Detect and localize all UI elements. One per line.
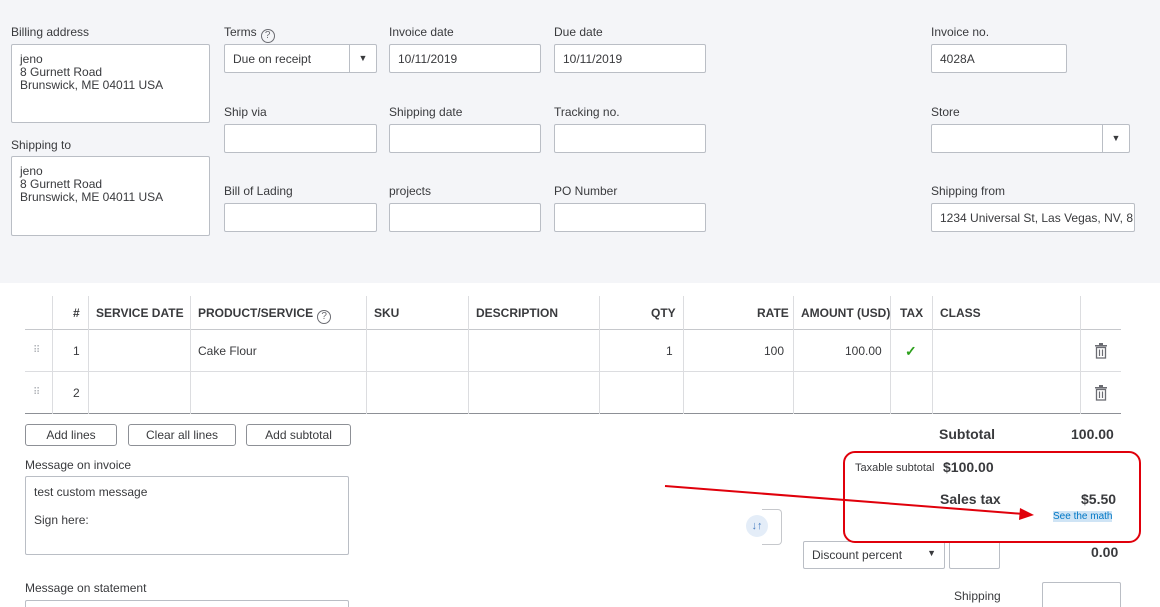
bill-of-lading-input[interactable] (224, 203, 377, 232)
billing-address-label: Billing address (11, 25, 90, 39)
trash-icon[interactable] (1094, 343, 1108, 359)
col-header-rate[interactable]: RATE (757, 306, 789, 320)
chevron-down-icon[interactable]: ▼ (349, 45, 376, 72)
column-divider (683, 296, 684, 414)
col-header-tax[interactable]: TAX (900, 306, 923, 320)
column-divider (932, 296, 933, 414)
billing-line: Brunswick, ME 04011 USA (20, 78, 164, 92)
row-number: 1 (73, 344, 80, 358)
store-select[interactable]: ▼ (931, 124, 1130, 153)
shipping-to-field[interactable]: jeno 8 Gurnett Road Brunswick, ME 04011 … (11, 156, 210, 236)
col-header-class[interactable]: CLASS (940, 306, 981, 320)
shipping-label: Shipping (954, 589, 1001, 603)
drag-handle-icon[interactable]: ⠿ (33, 387, 40, 398)
chevron-down-icon[interactable]: ▼ (1102, 125, 1129, 152)
add-lines-button[interactable]: Add lines (25, 424, 117, 446)
discount-value-input[interactable] (949, 541, 1000, 569)
invoice-date-label: Invoice date (389, 25, 454, 39)
rate-cell[interactable]: 100 (764, 344, 784, 358)
store-label: Store (931, 105, 960, 119)
message-invoice-label: Message on invoice (25, 458, 132, 472)
shipping-from-input[interactable]: 1234 Universal St, Las Vegas, NV, 8 (931, 203, 1135, 232)
message-statement-label: Message on statement (25, 581, 147, 595)
column-divider (366, 296, 367, 414)
subtotal-label: Subtotal (939, 426, 995, 442)
discount-type-value: Discount percent (812, 548, 903, 562)
shipping-from-label: Shipping from (931, 184, 1006, 198)
bill-of-lading-label: Bill of Lading (224, 184, 293, 198)
projects-input[interactable] (389, 203, 541, 232)
tracking-no-label: Tracking no. (554, 105, 620, 119)
tax-checkmark-icon[interactable]: ✓ (905, 343, 917, 360)
column-divider (1080, 296, 1081, 414)
due-date-label: Due date (554, 25, 603, 39)
product-cell[interactable]: Cake Flour (198, 344, 257, 358)
row-number: 2 (73, 386, 80, 400)
clear-all-lines-button[interactable]: Clear all lines (128, 424, 236, 446)
drag-handle-icon[interactable]: ⠿ (33, 345, 40, 356)
invoice-no-input[interactable]: 4028A (931, 44, 1067, 73)
billing-address-field[interactable]: jeno 8 Gurnett Road Brunswick, ME 04011 … (11, 44, 210, 123)
col-header-description[interactable]: DESCRIPTION (476, 306, 558, 320)
shipping-date-label: Shipping date (389, 105, 463, 119)
terms-label-text: Terms (224, 25, 257, 39)
column-divider (52, 296, 53, 414)
column-divider (190, 296, 191, 414)
projects-label: projects (389, 184, 432, 198)
terms-value: Due on receipt (233, 52, 312, 66)
tracking-no-input[interactable] (554, 124, 706, 153)
ship-via-input[interactable] (224, 124, 377, 153)
col-header-qty[interactable]: QTY (651, 306, 676, 320)
po-number-label: PO Number (554, 184, 618, 198)
col-header-sku[interactable]: SKU (374, 306, 399, 320)
discount-amount: 0.00 (1091, 544, 1119, 560)
help-icon[interactable]: ? (260, 29, 275, 43)
col-header-product[interactable]: PRODUCT/SERVICE? (198, 306, 332, 324)
message-statement-field[interactable] (25, 600, 349, 607)
shipping-date-input[interactable] (389, 124, 541, 153)
amount-cell[interactable]: 100.00 (845, 344, 882, 358)
message-line: test custom message (34, 485, 148, 499)
add-subtotal-button[interactable]: Add subtotal (246, 424, 351, 446)
message-invoice-field[interactable]: test custom message Sign here: (25, 476, 349, 555)
annotation-arrow-icon (664, 485, 1034, 520)
column-divider (88, 296, 89, 414)
qty-cell[interactable]: 1 (666, 344, 673, 358)
column-divider (468, 296, 469, 414)
terms-select[interactable]: Due on receipt ▼ (224, 44, 377, 73)
discount-type-select[interactable]: Discount percent ▼ (803, 541, 945, 569)
trash-icon[interactable] (1094, 385, 1108, 401)
column-divider (599, 296, 600, 414)
message-line (34, 499, 340, 513)
col-header-amount[interactable]: AMOUNT (USD) (801, 306, 890, 320)
shipping-line: Brunswick, ME 04011 USA (20, 190, 164, 204)
subtotal-value: 100.00 (1071, 426, 1114, 442)
due-date-input[interactable]: 10/11/2019 (554, 44, 706, 73)
shipping-to-label: Shipping to (11, 138, 72, 152)
invoice-no-label: Invoice no. (931, 25, 990, 39)
terms-label: Terms? (224, 25, 275, 43)
ship-via-label: Ship via (224, 105, 267, 119)
shipping-amount-input[interactable] (1042, 582, 1121, 607)
caret-down-icon[interactable]: ▼ (927, 548, 936, 558)
help-icon[interactable]: ? (317, 310, 332, 324)
invoice-date-input[interactable]: 10/11/2019 (389, 44, 541, 73)
po-number-input[interactable] (554, 203, 706, 232)
col-header-service-date[interactable]: SERVICE DATE (96, 306, 184, 320)
column-divider (793, 296, 794, 414)
message-line: Sign here: (34, 513, 89, 527)
col-header-num: # (73, 306, 80, 320)
col-header-product-text: PRODUCT/SERVICE (198, 306, 314, 320)
